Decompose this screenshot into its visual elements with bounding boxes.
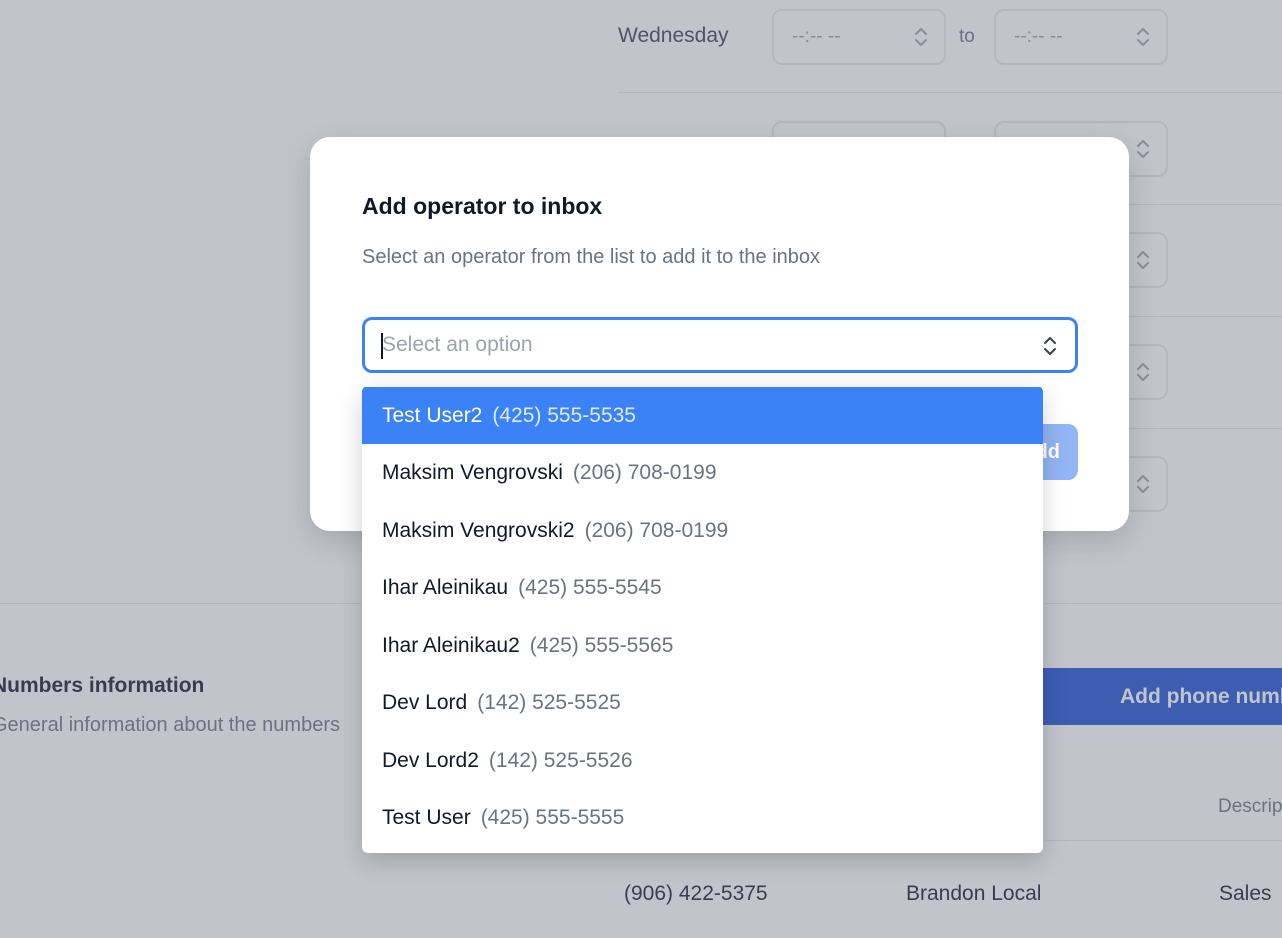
dropdown-option[interactable]: Dev Lord (142) 525-5525 <box>362 674 1043 731</box>
option-name: Maksim Vengrovski2 <box>382 518 575 542</box>
dropdown-option[interactable]: Dev Lord2 (142) 525-5526 <box>362 732 1043 789</box>
operator-select-input[interactable]: Select an option <box>362 317 1078 373</box>
option-phone: (425) 555-5535 <box>492 403 636 427</box>
modal-title: Add operator to inbox <box>362 193 603 219</box>
operator-dropdown-list: Test User2 (425) 555-5535 Maksim Vengrovsk… <box>362 386 1043 853</box>
option-phone: (425) 555-5545 <box>518 576 662 599</box>
dropdown-option[interactable]: Test User (425) 555-5555 <box>362 789 1043 846</box>
option-phone: (425) 555-5565 <box>529 633 674 657</box>
option-name: Test User <box>382 806 471 829</box>
option-name: Ihar Aleinikau2 <box>382 633 520 657</box>
option-phone: (206) 708-0199 <box>584 518 729 542</box>
option-phone: (142) 525-5525 <box>477 691 621 714</box>
option-name: Maksim Vengrovski <box>382 461 563 484</box>
select-placeholder: Select an option <box>382 333 533 356</box>
dropdown-option[interactable]: Maksim Vengrovski (206) 708-0199 <box>362 444 1043 501</box>
option-phone: (206) 708-0199 <box>572 461 717 484</box>
option-phone: (425) 555-5555 <box>480 806 625 829</box>
dropdown-option[interactable]: Test User2 (425) 555-5535 <box>362 386 1043 444</box>
dropdown-option[interactable]: Maksim Vengrovski2 (206) 708-0199 <box>362 502 1043 559</box>
dropdown-option[interactable]: Ihar Aleinikau2 (425) 555-5565 <box>362 617 1043 674</box>
chevron-up-down-icon[interactable] <box>1043 334 1057 358</box>
option-name: Dev Lord <box>382 691 468 714</box>
option-name: Test User2 <box>382 403 483 427</box>
option-name: Dev Lord2 <box>382 748 479 772</box>
option-name: Ihar Aleinikau <box>382 576 509 599</box>
modal-description: Select an operator from the list to add … <box>362 246 821 268</box>
option-phone: (142) 525-5526 <box>488 748 633 772</box>
dropdown-option[interactable]: Ihar Aleinikau (425) 555-5545 <box>362 559 1043 616</box>
